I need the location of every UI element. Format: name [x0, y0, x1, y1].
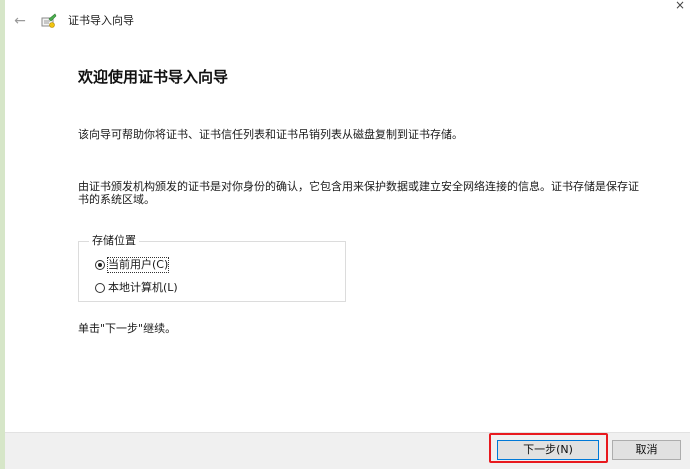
radio-button-checked[interactable] [95, 260, 105, 270]
store-location-legend: 存储位置 [89, 234, 139, 248]
radio-current-user[interactable]: 当前用户(C) [95, 257, 170, 273]
store-location-group: 存储位置 当前用户(C) 本地计算机(L) [78, 234, 346, 302]
instruction-text: 单击"下一步"继续。 [78, 322, 177, 335]
window-title: 证书导入向导 [68, 14, 134, 27]
button-bar: 下一步(N) 取消 [5, 432, 690, 469]
intro-text: 该向导可帮助你将证书、证书信任列表和证书吊销列表从磁盘复制到证书存储。 [78, 128, 463, 141]
radio-button-unchecked[interactable] [95, 283, 105, 293]
back-arrow-icon[interactable]: ← [12, 13, 28, 29]
cancel-button[interactable]: 取消 [612, 440, 681, 460]
certificate-icon [41, 13, 57, 28]
radio-current-user-label: 当前用户(C) [106, 257, 170, 273]
close-icon[interactable]: × [672, 0, 688, 12]
titlebar: ← 证书导入向导 × [5, 0, 690, 40]
radio-local-machine[interactable]: 本地计算机(L) [95, 281, 178, 295]
description-text: 由证书颁发机构颁发的证书是对你身份的确认，它包含用来保护数据或建立安全网络连接的… [78, 180, 639, 206]
radio-local-machine-label: 本地计算机(L) [108, 281, 178, 294]
certificate-import-wizard-dialog: ← 证书导入向导 × 欢迎使用证书导入向导 该向导可帮助你将证书、证书信任列表和… [5, 0, 690, 469]
page-title: 欢迎使用证书导入向导 [78, 68, 229, 86]
next-button[interactable]: 下一步(N) [497, 440, 599, 460]
